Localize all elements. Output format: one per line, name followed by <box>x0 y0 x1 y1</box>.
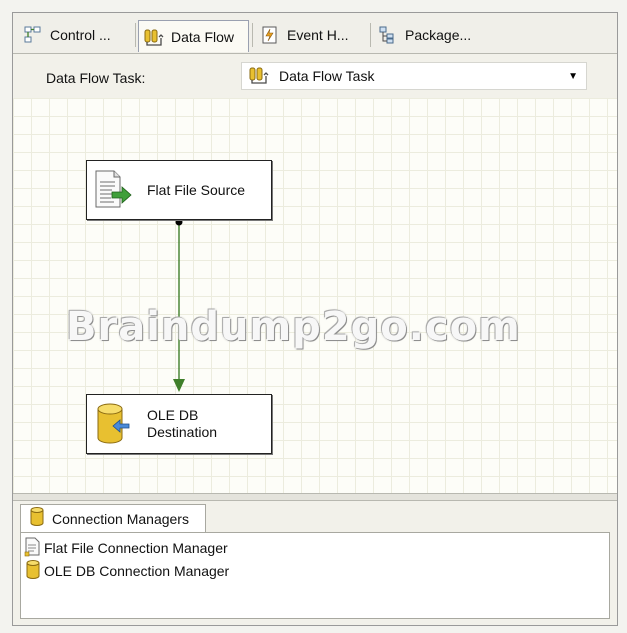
tab-control-flow[interactable]: Control ... <box>18 21 132 49</box>
list-item-label: Flat File Connection Manager <box>44 540 228 556</box>
list-item-flat-file-connection[interactable]: Flat File Connection Manager <box>24 537 228 559</box>
data-flow-design-surface[interactable]: Flat File Source OLE DB Destination Brai… <box>13 98 617 493</box>
tab-label: Event H... <box>287 27 349 43</box>
ole-db-connection-icon <box>24 559 42 583</box>
list-item-ole-db-connection[interactable]: OLE DB Connection Manager <box>24 559 230 583</box>
tab-data-flow[interactable]: Data Flow <box>138 20 249 52</box>
tab-separator <box>135 23 136 47</box>
event-handlers-icon <box>259 25 281 45</box>
connection-managers-list[interactable]: Flat File Connection Manager OLE DB Conn… <box>20 532 610 619</box>
connection-managers-tab-label: Connection Managers <box>52 510 189 527</box>
tab-label: Control ... <box>50 27 111 43</box>
ole-db-destination-component[interactable]: OLE DB Destination <box>86 394 272 454</box>
tab-label: Data Flow <box>171 28 235 45</box>
tab-connection-managers[interactable]: Connection Managers <box>20 504 206 532</box>
chevron-down-icon: ▼ <box>568 71 578 82</box>
data-flow-task-label: Data Flow Task: <box>46 70 146 86</box>
component-label: OLE DB Destination <box>147 407 218 440</box>
connection-managers-pane: Connection Managers Flat File Connection… <box>13 501 617 625</box>
data-flow-icon <box>143 27 165 47</box>
tab-label: Package... <box>405 27 472 43</box>
ole-db-destination-icon <box>95 402 131 446</box>
data-flow-task-dropdown[interactable]: Data Flow Task ▼ <box>241 62 587 90</box>
pane-splitter[interactable] <box>13 493 617 501</box>
data-flow-task-icon <box>249 65 269 88</box>
data-flow-task-value: Data Flow Task <box>279 68 375 84</box>
flat-file-source-icon <box>93 169 133 211</box>
list-item-label: OLE DB Connection Manager <box>44 563 230 579</box>
ssis-designer-window: Control ... Data Flow Event H... Package… <box>12 12 618 626</box>
tab-package-explorer[interactable]: Package... <box>373 21 489 49</box>
designer-tab-strip: Control ... Data Flow Event H... Package… <box>13 13 617 54</box>
control-flow-icon <box>22 25 44 45</box>
package-explorer-icon <box>377 25 399 45</box>
tab-event-handlers[interactable]: Event H... <box>255 21 367 49</box>
data-flow-path-arrowhead <box>173 379 185 392</box>
tab-separator <box>370 23 371 47</box>
tab-separator <box>252 23 253 47</box>
data-flow-task-bar: Data Flow Task: Data Flow Task ▼ <box>13 54 617 98</box>
component-label: Flat File Source <box>147 181 246 198</box>
flat-file-source-component[interactable]: Flat File Source <box>86 160 272 220</box>
flat-file-connection-icon <box>24 537 42 560</box>
connection-managers-icon <box>29 507 45 530</box>
